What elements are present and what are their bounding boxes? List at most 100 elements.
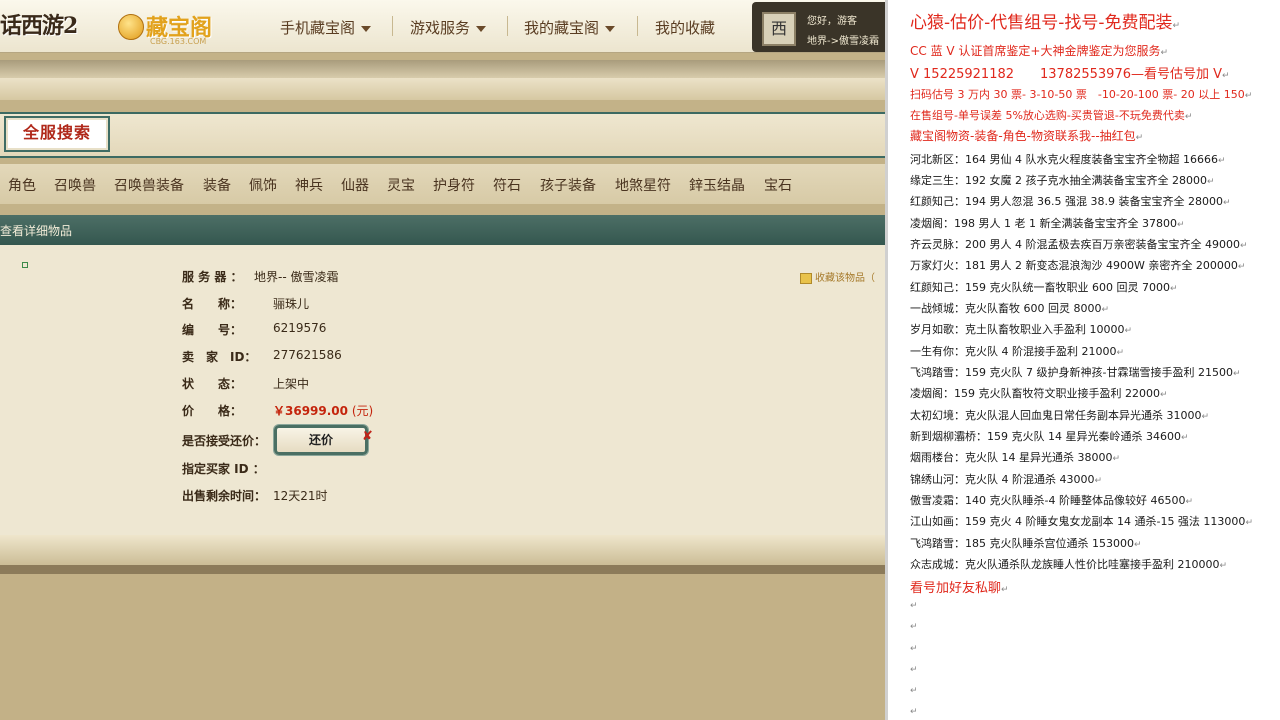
- chevron-down-icon: [605, 25, 616, 32]
- buyer-id-label: 指定买家 ID ：: [182, 462, 265, 476]
- contact-line: 看号加好友私聊↵: [910, 581, 1009, 596]
- nav-my-favorites[interactable]: 我的收藏: [655, 17, 715, 38]
- decorative-band: [0, 78, 885, 100]
- detail-header-bar: 查看详细物品: [0, 215, 885, 245]
- account-listing: 烟雨楼台：克火队 14 星异光通杀 38000↵: [910, 451, 1121, 464]
- chevron-down-icon: [361, 25, 372, 32]
- decorative-band: [0, 535, 885, 565]
- status-label: 状 态：: [182, 377, 243, 391]
- server-value: 地界-- 傲雪凌霜: [254, 270, 339, 284]
- user-server[interactable]: 地界->傲雪凌霜: [807, 32, 879, 47]
- account-listing: 众志成城：克火队通杀队龙族睡人性价比哇塞接手盈利 210000↵: [910, 558, 1228, 571]
- account-listing: 齐云灵脉：200 男人 4 阶混孟极去疾百万亲密装备宝宝齐全 49000↵: [910, 238, 1248, 251]
- account-listing: 太初幻境：克火队混人回血鬼日常任务副本异光通杀 31000↵: [910, 409, 1210, 422]
- chevron-down-icon: [476, 25, 487, 32]
- nav-divider: [637, 16, 638, 36]
- item-image-placeholder: [22, 262, 28, 268]
- category-tab[interactable]: 地煞星符: [615, 175, 671, 195]
- promo-line: 在售组号-单号误差 5%放心选购-买贵管退-不玩免费代卖↵: [910, 109, 1193, 122]
- category-tab[interactable]: 孩子装备: [540, 175, 596, 195]
- user-greeting: 您好，游客: [807, 16, 857, 27]
- account-listing: 河北新区：164 男仙 4 队水克火程度装备宝宝齐全物超 16666↵: [910, 153, 1226, 166]
- game-logo[interactable]: 话西游2: [0, 6, 92, 46]
- price-label: 价 格：: [182, 404, 243, 418]
- paragraph-mark: ↵: [910, 686, 918, 696]
- category-tab[interactable]: 佩饰: [249, 175, 277, 195]
- account-listing: 岁月如歌：克土队畜牧职业入手盈利 10000↵: [910, 323, 1133, 336]
- search-header-bar: [0, 112, 885, 158]
- paragraph-mark: ↵: [910, 622, 918, 632]
- item-id-label: 编 号：: [182, 323, 243, 337]
- remaining-time-value: 12天21时: [273, 489, 328, 503]
- account-listing: 傲雪凌霜：140 克火队睡杀-4 阶睡整体品像较好 46500↵: [910, 494, 1193, 507]
- search-title-badge: 全服搜索: [4, 116, 110, 152]
- decorative-band: [0, 565, 885, 574]
- nav-divider: [392, 16, 393, 36]
- account-listing: 锦绣山河：克火队 4 阶混通杀 43000↵: [910, 473, 1103, 486]
- remaining-time-label: 出售剩余时间：: [182, 489, 267, 503]
- price-unit: (元): [351, 404, 374, 418]
- price-display: ￥36999.00 (元): [273, 402, 373, 419]
- paragraph-mark: ↵: [910, 601, 918, 611]
- account-listing: 飞鸿踏雪：159 克火队 7 级护身新神孩-甘霖瑞雪接手盈利 21500↵: [910, 366, 1241, 379]
- close-icon: ✘: [362, 429, 373, 444]
- treasure-coin-icon: [118, 14, 144, 40]
- account-listing: 缘定三生：192 女魔 2 孩子克水抽全满装备宝宝齐全 28000↵: [910, 174, 1215, 187]
- account-listing: 江山如画：159 克火 4 阶睡女鬼女龙副本 14 通杀-15 强法 11300…: [910, 515, 1253, 528]
- category-tab[interactable]: 鋅玉结晶: [689, 175, 745, 195]
- decorative-band: [0, 60, 885, 78]
- account-listing: 一生有你：克火队 4 阶混接手盈利 21000↵: [910, 345, 1125, 358]
- category-tab[interactable]: 护身符: [433, 175, 475, 195]
- paragraph-mark: ↵: [910, 707, 918, 717]
- top-navigation-bar: 话西游2 藏宝阁 CBG.163.COM 手机藏宝阁 游戏服务 我的藏宝阁 我的…: [0, 0, 885, 53]
- nav-game-services[interactable]: 游戏服务: [410, 17, 487, 38]
- price-value: ￥36999.00: [273, 404, 349, 418]
- promo-line: CC 蓝 V 认证首席鉴定+大神金牌鉴定为您服务↵: [910, 44, 1169, 58]
- account-listing: 红颜知己：159 克火队统一畜牧职业 600 回灵 7000↵: [910, 281, 1178, 294]
- account-listing: 一战倾城：克火队畜牧 600 回灵 8000↵: [910, 302, 1110, 315]
- nav-mobile-cbg[interactable]: 手机藏宝阁: [280, 17, 372, 38]
- category-tab[interactable]: 召唤兽: [54, 175, 96, 195]
- detail-header-title: 查看详细物品: [0, 224, 73, 238]
- category-tab[interactable]: 宝石: [764, 175, 792, 195]
- avatar[interactable]: 西: [762, 12, 796, 46]
- stream-notes-panel: 心猿-估价-代售组号-找号-免费配装↵ CC 蓝 V 认证首席鉴定+大神金牌鉴定…: [885, 0, 1280, 720]
- account-listing: 凌烟阁：159 克火队畜牧符文职业接手盈利 22000↵: [910, 387, 1168, 400]
- category-tab[interactable]: 召唤兽装备: [114, 175, 184, 195]
- favorite-item-link[interactable]: 收藏该物品（: [800, 269, 875, 284]
- category-tab[interactable]: 装备: [203, 175, 231, 195]
- promo-line: V 15225921182 13782553976—看号估号加 V↵: [910, 67, 1230, 82]
- name-value: 骊珠儿: [273, 297, 310, 311]
- category-tab[interactable]: 神兵: [295, 175, 323, 195]
- account-listing: 飞鸿踏雪：185 克火队睡杀宫位通杀 153000↵: [910, 537, 1142, 550]
- cbg-website: 话西游2 藏宝阁 CBG.163.COM 手机藏宝阁 游戏服务 我的藏宝阁 我的…: [0, 0, 885, 720]
- item-detail-panel: [0, 245, 885, 535]
- counter-offer-label: 是否接受还价：: [182, 434, 267, 448]
- name-label: 名 称：: [182, 297, 243, 311]
- nav-my-cbg[interactable]: 我的藏宝阁: [524, 17, 616, 38]
- account-listing: 红颜知己：194 男人忽混 36.5 强混 38.9 装备宝宝齐全 28000↵: [910, 195, 1231, 208]
- notes-title: 心猿-估价-代售组号-找号-免费配装↵: [910, 13, 1181, 33]
- paragraph-mark: ↵: [910, 644, 918, 654]
- account-listing: 新到烟柳灞桥：159 克火队 14 星异光秦岭通杀 34600↵: [910, 430, 1189, 443]
- category-tab[interactable]: 符石: [493, 175, 521, 195]
- promo-line: 扫码估号 3 万内 30 票- 3-10-50 票 -10-20-100 票- …: [910, 88, 1253, 101]
- paragraph-mark: ↵: [910, 665, 918, 675]
- status-value: 上架中: [273, 377, 310, 391]
- account-listing: 万家灯火：181 男人 2 新变态混浪淘沙 4900W 亲密齐全 200000↵: [910, 259, 1246, 272]
- cbg-logo[interactable]: 藏宝阁 CBG.163.COM: [112, 6, 222, 46]
- cbg-logo-url: CBG.163.COM: [150, 37, 207, 46]
- promo-line: 藏宝阁物资-装备-角色-物资联系我--抽红包↵: [910, 129, 1144, 143]
- user-info-panel: 西 您好，游客 地界->傲雪凌霜: [752, 2, 885, 52]
- seller-id-value: 277621586: [273, 348, 342, 362]
- item-id-value: 6219576: [273, 321, 327, 335]
- category-tab[interactable]: 灵宝: [387, 175, 415, 195]
- account-listing: 凌烟阁：198 男人 1 老 1 新全满装备宝宝齐全 37800↵: [910, 217, 1185, 230]
- counter-offer-button[interactable]: 还价: [274, 425, 368, 455]
- category-tab[interactable]: 仙器: [341, 175, 369, 195]
- folder-star-icon: [800, 272, 812, 284]
- page-background: [0, 574, 885, 720]
- server-label: 服 务 器 ：: [182, 270, 243, 284]
- category-tab[interactable]: 角色: [8, 175, 36, 195]
- seller-id-label: 卖 家 ID：: [182, 350, 257, 364]
